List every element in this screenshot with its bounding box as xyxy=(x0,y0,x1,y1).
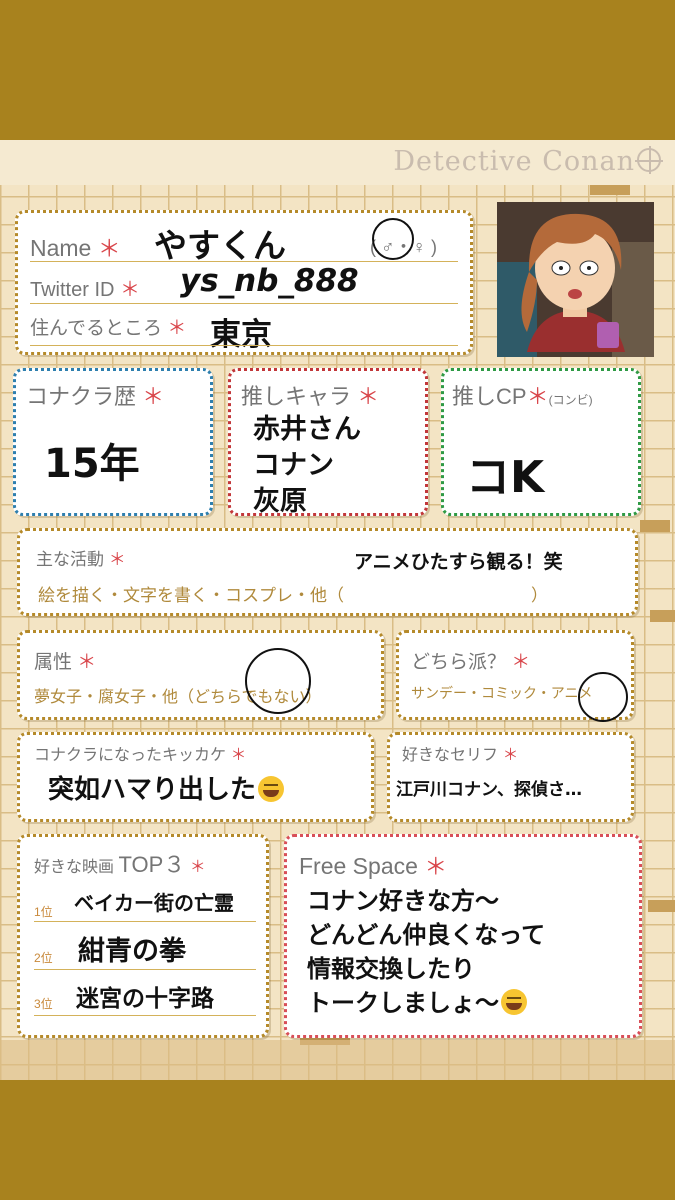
favorite-line-box: 好きなセリフ ＊ 江戸川コナン、探偵さ… xyxy=(387,732,634,822)
decor-brick xyxy=(640,520,670,532)
sheet-bottom-band xyxy=(0,1040,675,1080)
free-space-line-3: 情報交換したり xyxy=(307,955,475,983)
laughing-emoji-icon xyxy=(258,776,285,802)
divider xyxy=(34,1015,256,1016)
hand-drawn-circle xyxy=(245,648,311,714)
trigger-label: コナクラになったキッカケ ＊ xyxy=(34,747,247,764)
divider xyxy=(34,921,256,922)
favorite-character-3: 灰原 xyxy=(253,486,307,517)
divider xyxy=(30,261,458,262)
decor-brick xyxy=(650,610,675,622)
divider xyxy=(30,345,458,346)
history-box: コナクラ歴 ＊ 15年 xyxy=(13,368,213,516)
movie-title-1: ベイカー街の亡霊 xyxy=(74,891,234,915)
favorite-character-1: 赤井さん xyxy=(253,414,361,445)
hand-drawn-circle xyxy=(372,218,414,260)
decor-brick xyxy=(590,185,630,195)
movie-title-2: 紺青の拳 xyxy=(78,936,186,967)
favorite-cp-value: コK xyxy=(466,452,545,503)
attribute-box: 属性 ＊ 夢女子・腐女子・他（どちらでもない） xyxy=(17,630,384,720)
trigger-box: コナクラになったキッカケ ＊ 突如ハマり出した xyxy=(17,732,374,822)
favorite-character-2: コナン xyxy=(253,450,334,481)
divider xyxy=(34,969,256,970)
free-space-line-4: トークしましょ〜 xyxy=(307,983,527,1018)
which-side-label: どちら派？ ＊ xyxy=(411,652,531,673)
favorite-cp-label: 推しCP＊(コンビ) xyxy=(452,384,593,409)
free-space-box: Free Space ＊ コナン好きな方〜 どんどん仲良くなって 情報交換したり… xyxy=(284,834,642,1038)
favorite-character-box: 推しキャラ ＊ 赤井さん コナン 灰原 xyxy=(228,368,428,517)
which-side-options: サンデー・コミック・アニメ xyxy=(411,685,593,701)
activities-label: 主な活動 ＊ xyxy=(36,550,126,569)
location-label: 住んでるところ ＊ xyxy=(30,318,187,339)
free-space-label: Free Space ＊ xyxy=(299,853,448,879)
history-value: 15年 xyxy=(44,441,140,487)
character-avatar xyxy=(497,202,654,357)
attribute-label: 属性 ＊ xyxy=(34,652,97,673)
trigger-answer: 突如ハマり出した xyxy=(48,769,285,806)
divider xyxy=(30,303,458,304)
decor-brick xyxy=(648,900,675,912)
movie-title-3: 迷宮の十字路 xyxy=(76,986,214,1012)
name-label: Name ＊ xyxy=(30,235,121,261)
movie-rank-3: 3位 xyxy=(34,997,53,1011)
brand-title: Detective Conan xyxy=(393,146,663,177)
twitter-label: Twitter ID ＊ xyxy=(30,279,141,301)
favorite-line-label: 好きなセリフ ＊ xyxy=(402,747,519,764)
activities-box: 主な活動 ＊ アニメひたすら観る！笑 絵を描く・文字を書く・コスプレ・他（ ） xyxy=(17,528,638,616)
favorite-line-answer: 江戸川コナン、探偵さ… xyxy=(396,780,582,800)
free-space-line-2: どんどん仲良くなって xyxy=(307,921,546,949)
movie-rank-1: 1位 xyxy=(34,905,53,919)
free-space-line-1: コナン好きな方〜 xyxy=(307,887,499,915)
conan-crosshair-icon xyxy=(635,146,663,174)
smiling-emoji-icon xyxy=(501,989,527,1015)
twitter-value: ys_nb_888 xyxy=(180,263,359,299)
movies-label: 好きな映画 TOP３ ＊ xyxy=(34,852,206,877)
movie-rank-2: 2位 xyxy=(34,951,53,965)
name-value: やすくん xyxy=(154,226,286,265)
location-value: 東京 xyxy=(210,317,272,353)
history-label: コナクラ歴 ＊ xyxy=(26,384,165,409)
hand-drawn-circle xyxy=(578,672,628,722)
favorite-cp-box: 推しCP＊(コンビ) コK xyxy=(441,368,641,516)
activities-options: 絵を描く・文字を書く・コスプレ・他（ ） xyxy=(38,586,548,605)
movies-box: 好きな映画 TOP３ ＊ 1位 ベイカー街の亡霊 2位 紺青の拳 3位 迷宮の十… xyxy=(17,834,269,1038)
activities-answer: アニメひたすら観る！笑 xyxy=(354,551,563,573)
